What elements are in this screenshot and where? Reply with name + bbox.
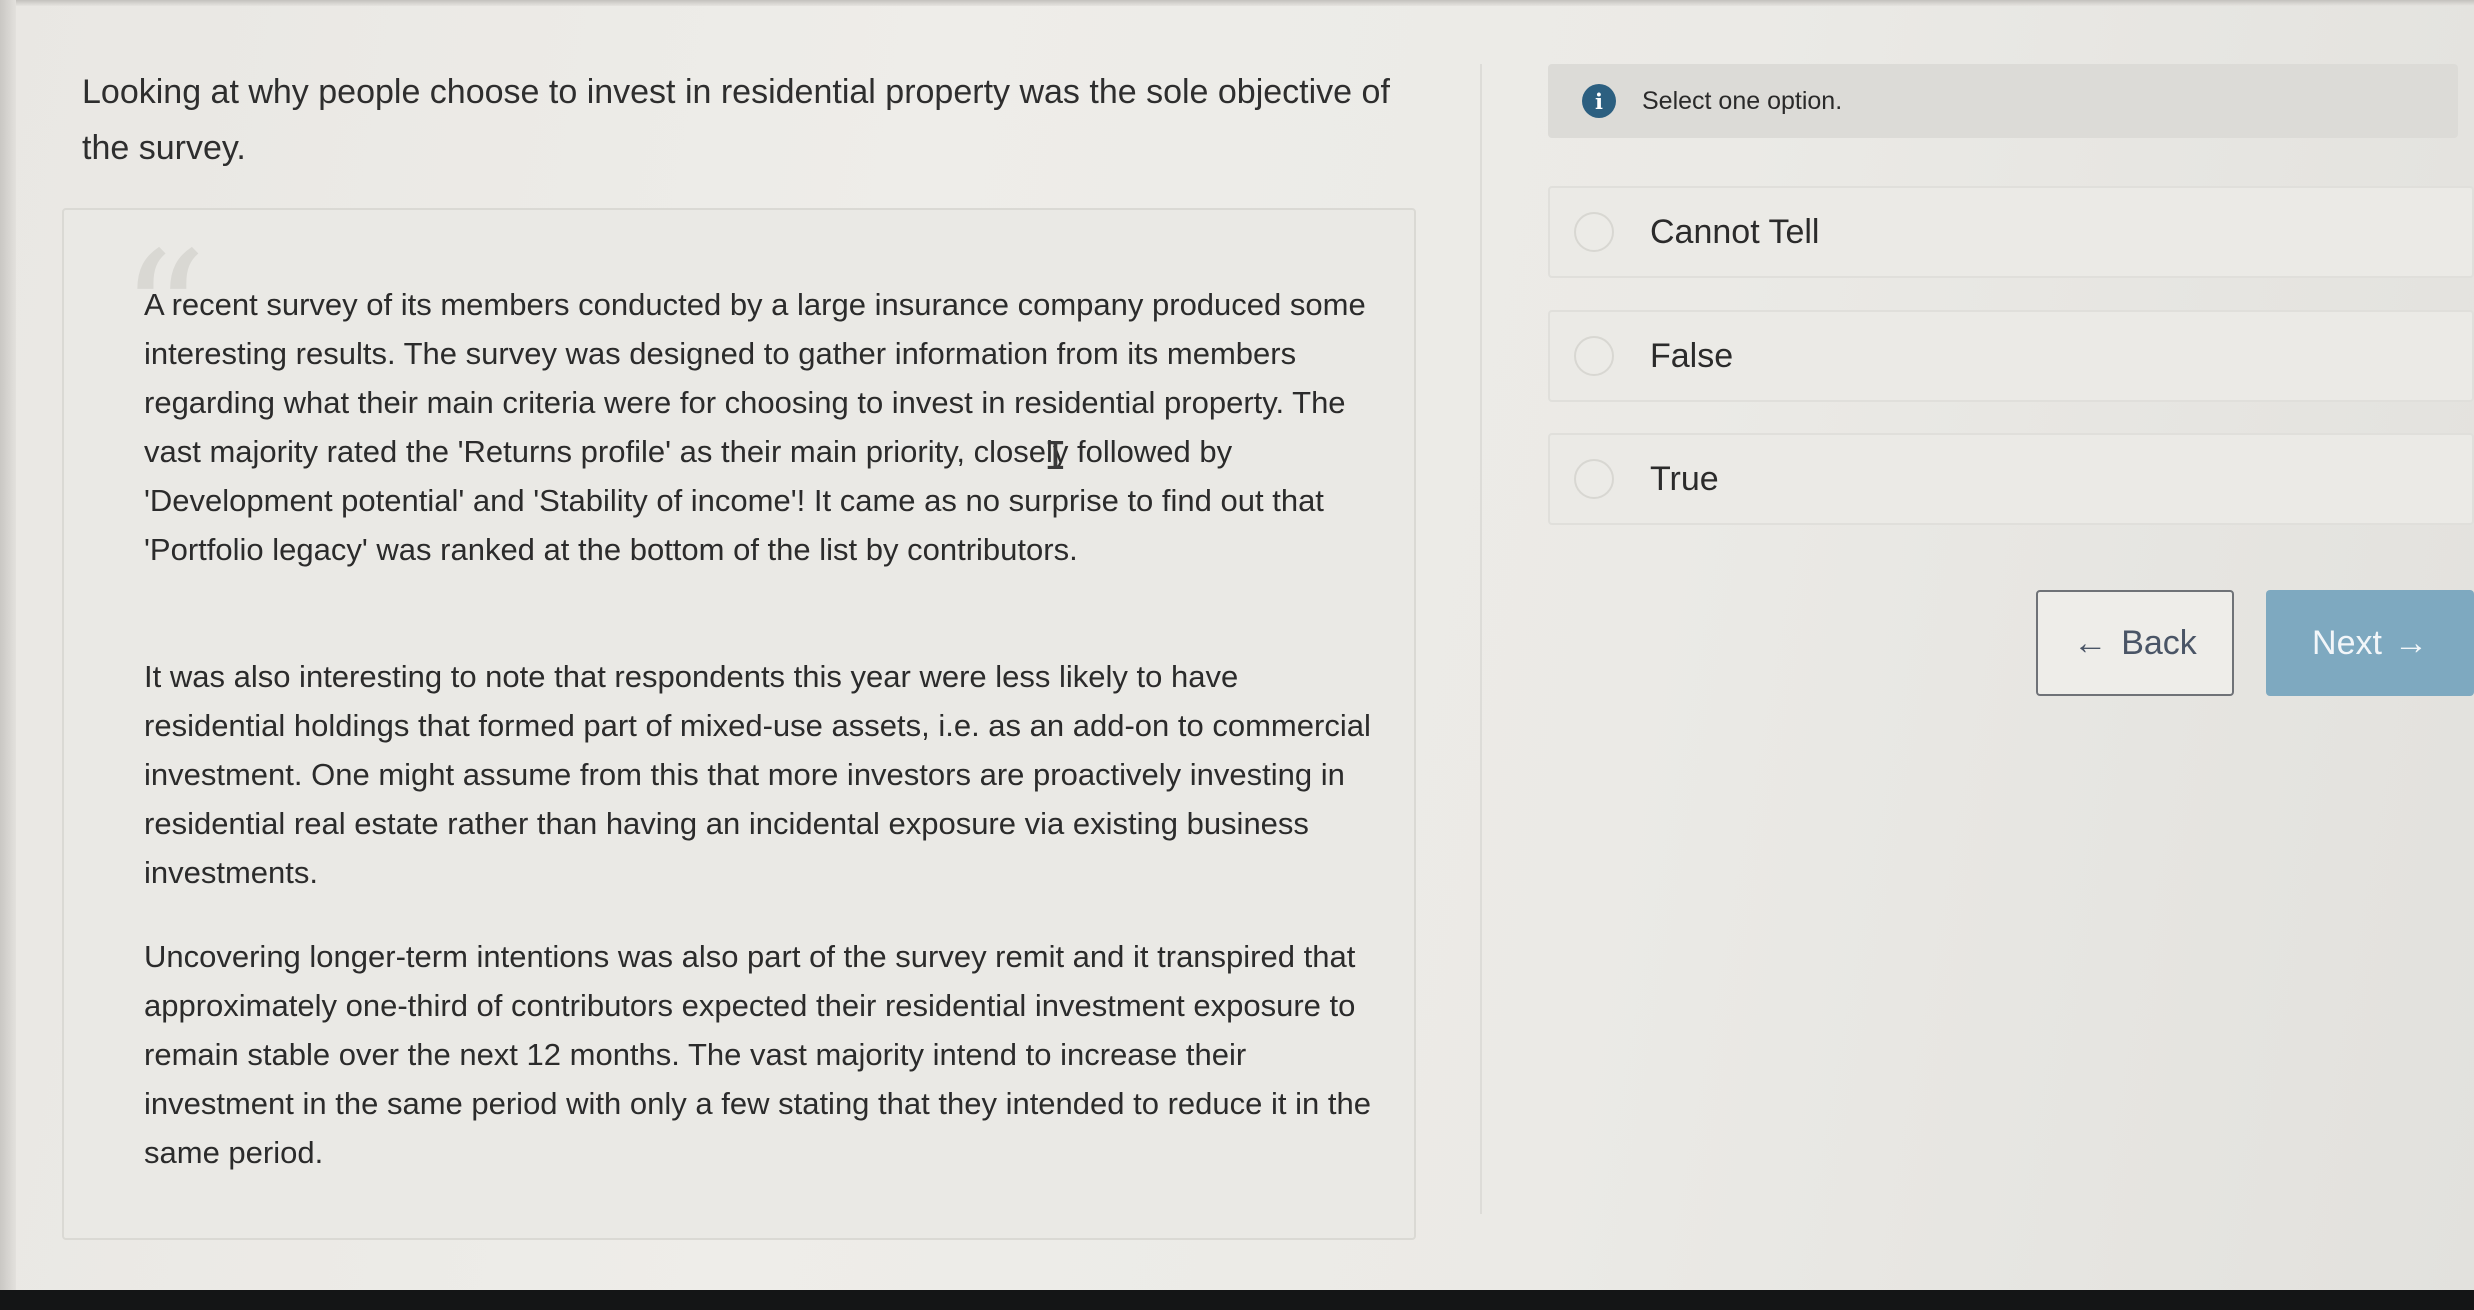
passage-paragraph-3: Uncovering longer-term intentions was al… xyxy=(144,939,1371,1170)
info-icon: i xyxy=(1582,84,1616,118)
arrow-right-icon: → xyxy=(2393,623,2428,662)
option-true[interactable]: True xyxy=(1548,433,2474,525)
instruction-text: Select one option. xyxy=(1642,86,1843,115)
option-label: False xyxy=(1650,336,1734,375)
question-statement: Looking at why people choose to invest i… xyxy=(82,73,1390,167)
passage-paragraph-2: It was also interesting to note that res… xyxy=(144,659,1371,890)
screen-top-edge xyxy=(0,0,2474,6)
back-button-label: Back xyxy=(2121,623,2197,662)
radio-button[interactable] xyxy=(1574,336,1614,376)
arrow-left-icon: ← xyxy=(2073,623,2108,662)
option-false[interactable]: False xyxy=(1548,310,2474,402)
back-button[interactable]: ← Back xyxy=(2036,590,2234,696)
option-cannot-tell[interactable]: Cannot Tell xyxy=(1548,186,2474,278)
screen-bezel xyxy=(0,1290,2474,1310)
question-panel: Looking at why people choose to invest i… xyxy=(62,50,1422,1240)
next-button-label: Next xyxy=(2312,623,2382,662)
column-divider xyxy=(1480,64,1482,1214)
option-label: Cannot Tell xyxy=(1650,212,1820,251)
radio-button[interactable] xyxy=(1574,459,1614,499)
passage-box: “ A recent survey of its members conduct… xyxy=(62,208,1416,1240)
next-button[interactable]: Next → xyxy=(2266,590,2474,696)
screen-left-edge xyxy=(0,0,16,1290)
option-label: True xyxy=(1650,459,1719,498)
text-cursor-icon: I xyxy=(1044,434,1067,478)
radio-button[interactable] xyxy=(1574,212,1614,252)
instruction-banner: i Select one option. xyxy=(1548,64,2458,138)
passage-paragraph-1: A recent survey of its members conducted… xyxy=(144,287,1366,567)
